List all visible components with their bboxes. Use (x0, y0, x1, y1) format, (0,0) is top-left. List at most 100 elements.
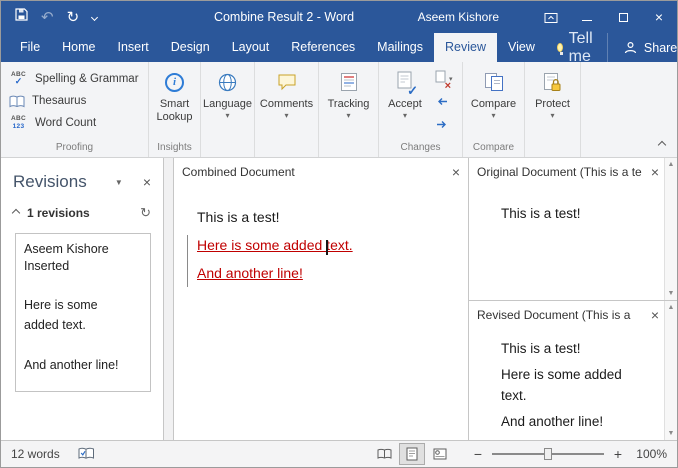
tab-insert[interactable]: Insert (107, 33, 160, 62)
original-scrollbar[interactable]: ▲ ▼ (664, 158, 677, 300)
collapse-ribbon-button[interactable] (658, 141, 666, 149)
original-pane-title: Original Document (This is a te (477, 165, 643, 179)
dropdown-caret-icon: ▾ (284, 112, 288, 120)
smart-lookup-button[interactable]: i Smart Lookup (149, 62, 200, 141)
revision-text-line: Here is some added text. (24, 295, 120, 335)
maximize-button[interactable] (605, 1, 641, 33)
share-button[interactable]: Share (607, 33, 678, 62)
tracking-button[interactable]: Tracking ▾ (319, 62, 378, 157)
pane-divider[interactable] (164, 158, 174, 440)
revision-author: Aseem Kishore (24, 242, 109, 256)
zoom-percentage[interactable]: 100% (625, 447, 667, 461)
globe-icon (218, 73, 237, 92)
combined-close-button[interactable]: × (452, 165, 460, 179)
tracking-label: Tracking (328, 98, 370, 111)
reject-button[interactable]: × ▾ (433, 69, 455, 88)
document-line: This is a test! (197, 203, 458, 231)
word-count-status[interactable]: 12 words (11, 447, 60, 461)
undo-button[interactable]: ↶ (41, 10, 54, 25)
text-cursor (326, 240, 328, 255)
revisions-close-button[interactable]: × (143, 175, 151, 189)
spelling-grammar-button[interactable]: ABC✓ Spelling & Grammar (1, 68, 148, 90)
tab-file[interactable]: File (9, 33, 51, 62)
customize-qat-caret-icon[interactable] (91, 13, 98, 20)
scroll-down-icon[interactable]: ▼ (668, 290, 675, 297)
dropdown-caret-icon: ▾ (403, 112, 407, 120)
word-count-button[interactable]: ABC123 Word Count (1, 112, 148, 134)
tab-references[interactable]: References (280, 33, 366, 62)
comments-button[interactable]: Comments ▾ (255, 62, 318, 157)
scroll-down-icon[interactable]: ▼ (668, 430, 675, 437)
group-label-changes: Changes (379, 141, 462, 157)
save-icon (15, 8, 28, 21)
zoom-in-button[interactable]: + (611, 446, 625, 462)
tab-view[interactable]: View (497, 33, 546, 62)
collapse-revisions-summary-icon[interactable] (12, 209, 20, 217)
original-close-button[interactable]: × (651, 165, 659, 179)
group-label-compare: Compare (463, 141, 524, 157)
person-icon (624, 41, 637, 54)
workspace: Revisions ▼ × 1 revisions ↻ Aseem Kishor… (1, 158, 677, 440)
language-button[interactable]: Language ▾ (201, 62, 254, 157)
spelling-grammar-label: Spelling & Grammar (35, 73, 139, 85)
ribbon-tab-bar: File Home Insert Design Layout Reference… (1, 33, 677, 62)
dropdown-caret-icon: ▾ (491, 112, 495, 120)
revision-action: Inserted (24, 259, 69, 273)
maximize-icon (619, 13, 628, 22)
zoom-slider[interactable] (492, 446, 604, 462)
group-compare: Compare ▾ Compare (463, 62, 525, 157)
web-layout-button[interactable] (427, 443, 453, 465)
minimize-button[interactable] (569, 1, 605, 33)
original-document-body[interactable]: This is a test! (469, 185, 677, 224)
redo-button[interactable]: ↻ (67, 10, 80, 25)
word-window: ↶ ↻ Combine Result 2 - Word Aseem Kishor… (0, 0, 678, 468)
group-label-proofing: Proofing (1, 141, 148, 157)
smart-lookup-icon: i (165, 73, 184, 92)
revised-close-button[interactable]: × (651, 308, 659, 322)
thesaurus-button[interactable]: Thesaurus (1, 90, 148, 112)
read-mode-button[interactable] (371, 443, 397, 465)
read-mode-icon (377, 448, 392, 460)
group-language: Language ▾ (201, 62, 255, 157)
tab-design[interactable]: Design (160, 33, 221, 62)
scroll-up-icon[interactable]: ▲ (668, 161, 675, 168)
ribbon-display-options-button[interactable] (533, 1, 569, 33)
tab-review[interactable]: Review (434, 33, 497, 62)
window-title: Combine Result 2 - Word (121, 10, 447, 24)
zoom-out-button[interactable]: − (471, 446, 485, 462)
document-line: This is a test! (501, 338, 639, 359)
revisions-menu-caret-icon[interactable]: ▼ (115, 178, 123, 187)
group-changes: ✓ Accept ▾ × ▾ (379, 62, 463, 157)
scroll-up-icon[interactable]: ▲ (668, 304, 675, 311)
refresh-icon[interactable]: ↻ (140, 205, 151, 221)
revised-scrollbar[interactable]: ▲ ▼ (664, 301, 677, 440)
group-protect: Protect ▾ (525, 62, 581, 157)
revisions-pane: Revisions ▼ × 1 revisions ↻ Aseem Kishor… (1, 158, 164, 440)
revision-card[interactable]: Aseem Kishore Inserted Here is some adde… (15, 233, 151, 392)
combined-document-pane: Combined Document × This is a test! Here… (174, 158, 469, 440)
accept-button[interactable]: ✓ Accept ▾ (379, 62, 431, 141)
next-change-button[interactable] (433, 115, 455, 134)
save-button[interactable] (15, 8, 28, 26)
group-comments: Comments ▾ (255, 62, 319, 157)
word-count-label: Word Count (35, 117, 96, 129)
tab-layout[interactable]: Layout (221, 33, 281, 62)
window-controls: × (533, 1, 677, 33)
print-layout-button[interactable] (399, 443, 425, 465)
protect-button[interactable]: Protect ▾ (525, 62, 580, 157)
compare-button[interactable]: Compare ▾ (463, 62, 524, 141)
close-window-button[interactable]: × (641, 1, 677, 33)
previous-change-icon (435, 96, 449, 107)
tell-me-box[interactable]: Tell me (546, 33, 607, 62)
tab-mailings[interactable]: Mailings (366, 33, 434, 62)
revised-document-body[interactable]: This is a test! Here is some added text.… (469, 328, 677, 432)
tab-home[interactable]: Home (51, 33, 106, 62)
previous-change-button[interactable] (433, 92, 455, 111)
zoom-slider-thumb[interactable] (544, 448, 552, 460)
proofing-status-icon[interactable] (78, 447, 95, 461)
thesaurus-label: Thesaurus (32, 95, 86, 107)
reject-icon: × (435, 70, 446, 88)
inserted-document-line: Here is some added text. (197, 231, 458, 259)
combined-document-body[interactable]: This is a test! Here is some added text.… (174, 185, 468, 440)
account-name[interactable]: Aseem Kishore (418, 10, 499, 24)
